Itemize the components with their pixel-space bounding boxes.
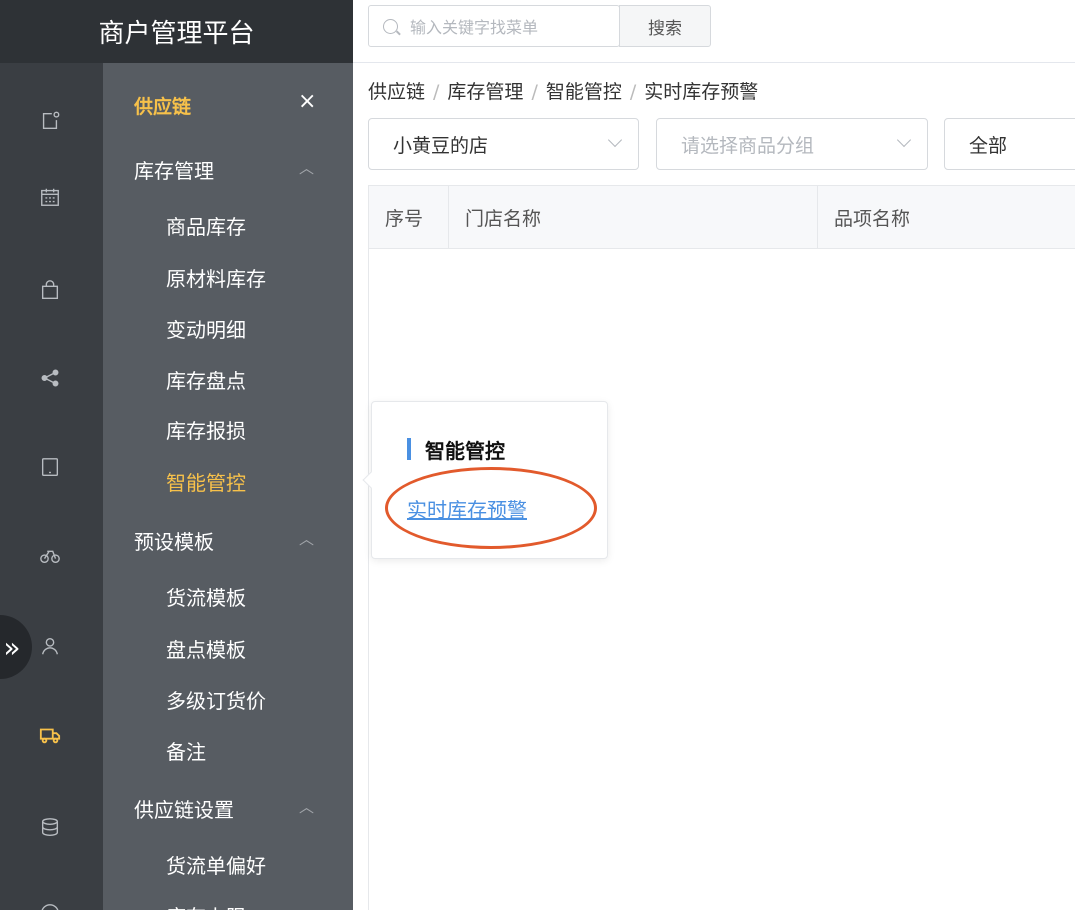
menu-item-flow-preference[interactable]: 货流单偏好 — [166, 850, 266, 879]
dashboard-icon[interactable] — [38, 109, 62, 133]
breadcrumb-separator: / — [629, 81, 637, 103]
column-divider — [448, 186, 449, 248]
search-icon — [383, 18, 398, 34]
shopping-bag-icon[interactable] — [38, 278, 62, 302]
status-select-value: 全部 — [969, 134, 1008, 157]
menu-item-stocktake[interactable]: 库存盘点 — [166, 365, 246, 394]
chevron-down-icon — [607, 132, 623, 148]
group-supply-chain-settings[interactable]: 供应链设置 — [134, 794, 234, 823]
group-inventory-management[interactable]: 库存管理 — [134, 155, 214, 184]
calendar-icon[interactable] — [38, 185, 62, 209]
menu-item-change-detail[interactable]: 变动明细 — [166, 314, 246, 343]
popover-title: 智能管控 — [425, 439, 505, 463]
truck-icon[interactable] — [38, 723, 62, 747]
table-body-border — [368, 249, 369, 910]
clock-icon[interactable] — [38, 901, 62, 910]
breadcrumb: 供应链 / 库存管理 / 智能管控 / 实时库存预警 — [368, 77, 758, 104]
breadcrumb-item[interactable]: 智能管控 — [546, 81, 622, 103]
tablet-icon[interactable] — [38, 455, 62, 479]
breadcrumb-separator: / — [433, 81, 440, 103]
column-header-index: 序号 — [385, 207, 424, 230]
breadcrumb-item[interactable]: 库存管理 — [447, 81, 523, 103]
database-icon[interactable] — [38, 815, 62, 839]
bike-icon[interactable] — [38, 543, 62, 567]
submenu-title: 供应链 — [134, 96, 192, 118]
menu-popover: 智能管控 实时库存预警 — [362, 401, 608, 559]
group-preset-templates[interactable]: 预设模板 — [134, 526, 214, 555]
menu-item-multilevel-price[interactable]: 多级订货价 — [166, 685, 266, 714]
breadcrumb-current: 实时库存预警 — [644, 81, 759, 103]
realtime-stock-alert-link[interactable]: 实时库存预警 — [407, 494, 527, 523]
product-group-placeholder: 请选择商品分组 — [681, 134, 815, 157]
expand-sidebar-button[interactable]: » — [0, 615, 32, 679]
search-button[interactable]: 搜索 — [619, 5, 711, 47]
store-select[interactable]: 小黄豆的店 — [368, 118, 639, 170]
store-select-value: 小黄豆的店 — [393, 134, 489, 157]
menu-item-notes[interactable]: 备注 — [166, 736, 206, 765]
menu-item-stocktake-template[interactable]: 盘点模板 — [166, 634, 246, 663]
menu-item-stock-loss[interactable]: 库存报损 — [166, 415, 246, 444]
submenu-panel: 供应链 × 库存管理 ︿ 商品库存 原材料库存 变动明细 库存盘点 库存报损 智… — [103, 63, 353, 910]
chevron-up-icon[interactable]: ︿ — [299, 528, 314, 549]
search-placeholder: 输入关键字找菜单 — [410, 18, 539, 37]
menu-search-input[interactable]: 输入关键字找菜单 — [368, 5, 620, 47]
column-header-store-name: 门店名称 — [465, 207, 542, 230]
breadcrumb-separator: / — [531, 81, 538, 103]
top-bar: 输入关键字找菜单 搜索 — [353, 0, 1075, 63]
table-header: 序号 门店名称 品项名称 — [368, 185, 1075, 249]
icon-rail: » — [0, 63, 103, 910]
menu-item-flow-template[interactable]: 货流模板 — [166, 582, 246, 611]
share-icon[interactable] — [38, 366, 62, 390]
app-title: 商户管理平台 — [0, 0, 353, 63]
chevron-down-icon — [896, 132, 912, 148]
status-select[interactable]: 全部 — [944, 118, 1075, 170]
section-marker — [407, 438, 411, 460]
menu-item-smart-control[interactable]: 智能管控 — [166, 467, 246, 496]
user-icon[interactable] — [38, 634, 62, 658]
column-divider — [817, 186, 818, 248]
chevron-up-icon[interactable]: ︿ — [299, 796, 314, 817]
chevron-up-icon[interactable]: ︿ — [299, 157, 314, 178]
product-group-select[interactable]: 请选择商品分组 — [656, 118, 928, 170]
menu-item-stock-limit[interactable]: 库存上限 — [166, 901, 246, 910]
close-icon[interactable]: × — [298, 89, 316, 114]
column-header-item-name: 品项名称 — [834, 207, 911, 230]
menu-item-raw-material-stock[interactable]: 原材料库存 — [166, 263, 266, 292]
menu-item-product-stock[interactable]: 商品库存 — [166, 211, 246, 240]
breadcrumb-item[interactable]: 供应链 — [368, 81, 425, 103]
